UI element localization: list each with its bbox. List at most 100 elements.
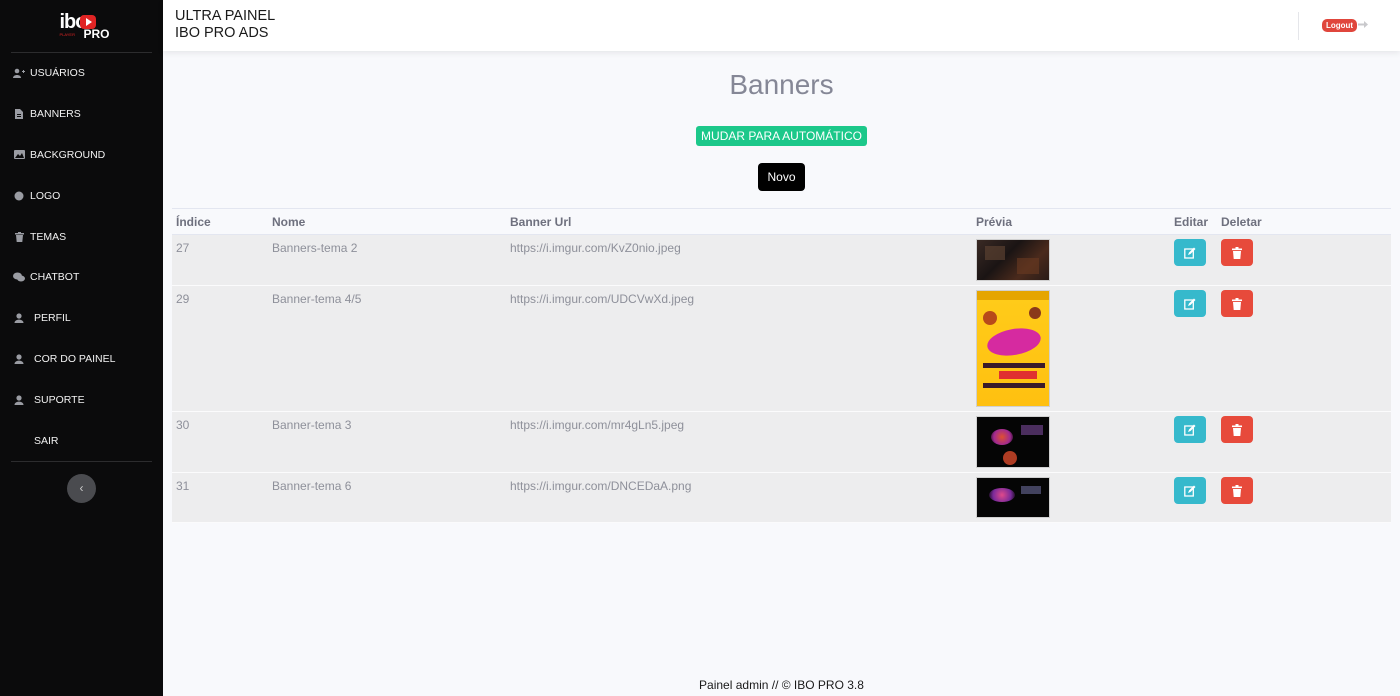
topbar-divider [1298, 12, 1299, 40]
cell-url: https://i.imgur.com/UDCVwXd.jpeg [510, 292, 695, 306]
edit-icon [1184, 424, 1196, 436]
edit-button[interactable] [1174, 416, 1206, 443]
sidebar-nav: USUÁRIOS BANNERS BACKGROUND LOGO TEMAS C… [0, 53, 163, 461]
edit-icon [1184, 485, 1196, 497]
table-row: 30 Banner-tema 3 https://i.imgur.com/mr4… [172, 411, 1391, 473]
cell-preview [972, 473, 1170, 523]
sidebar-item-banners[interactable]: BANNERS [0, 94, 163, 135]
header-index: Índice [176, 214, 211, 229]
sidebar-item-suporte[interactable]: SUPORTE [0, 379, 163, 420]
cell-name: Banner-tema 6 [272, 479, 352, 493]
sidebar-item-perfil[interactable]: PERFIL [0, 298, 163, 339]
table-row: 31 Banner-tema 6 https://i.imgur.com/DNC… [172, 472, 1391, 523]
sidebar-item-chatbot[interactable]: CHATBOT [0, 257, 163, 298]
image-icon [12, 150, 26, 160]
main-content: Banners MUDAR PARA AUTOMÁTICO Novo Índic… [163, 51, 1400, 696]
topbar: ULTRA PAINEL IBO PRO ADS Logout [163, 0, 1400, 51]
sidebar-item-label: USUÁRIOS [30, 67, 85, 80]
edit-button[interactable] [1174, 477, 1206, 504]
user-icon [12, 313, 26, 324]
table-header-row: Índice Nome Banner Url Prévia Editar Del… [172, 208, 1391, 235]
sidebar-item-label: CHATBOT [30, 271, 80, 284]
cell-actions [1170, 412, 1391, 473]
trash-icon [1232, 246, 1242, 259]
page-title: Banners [729, 69, 834, 100]
edit-button[interactable] [1174, 239, 1206, 266]
banner-preview-image[interactable] [976, 239, 1050, 281]
cell-preview [972, 412, 1170, 473]
header-delete: Deletar [1221, 214, 1262, 229]
sidebar-toggle-wrap: ‹ [0, 473, 163, 503]
trash-icon [12, 231, 26, 242]
banner-preview-image[interactable] [976, 416, 1050, 468]
cell-actions [1170, 473, 1391, 523]
footer-copyright: Painel admin // © IBO PRO 3.8 [699, 678, 864, 692]
user-icon [12, 395, 26, 405]
trash-icon [1232, 423, 1242, 436]
new-banner-button[interactable]: Novo [758, 163, 805, 191]
comments-icon [12, 272, 26, 282]
sidebar-item-sair[interactable]: SAIR [0, 420, 163, 461]
circle-icon [12, 191, 26, 201]
sidebar-item-background[interactable]: BACKGROUND [0, 135, 163, 176]
cell-preview [972, 286, 1170, 412]
sidebar-item-label: PERFIL [34, 312, 71, 325]
sidebar-item-label: LOGO [30, 189, 61, 202]
user-plus-icon [12, 68, 26, 79]
app-title: ULTRA PAINEL IBO PRO ADS [175, 8, 275, 42]
header-preview: Prévia [976, 214, 1013, 229]
edit-icon [1184, 298, 1196, 310]
file-icon [12, 109, 26, 120]
cell-name: Banner-tema 3 [272, 418, 352, 432]
switch-to-automatic-button[interactable]: MUDAR PARA AUTOMÁTICO [696, 126, 867, 146]
brand-sub: PRO [83, 27, 110, 41]
header-edit: Editar [1174, 214, 1209, 229]
banner-preview-image[interactable] [976, 290, 1050, 407]
table-row: 27 Banners-tema 2 https://i.imgur.com/Kv… [172, 234, 1391, 286]
cell-url: https://i.imgur.com/DNCEDaA.png [510, 479, 692, 493]
cell-preview [972, 235, 1170, 286]
delete-button[interactable] [1221, 416, 1253, 443]
sidebar-toggle-button[interactable]: ‹ [67, 473, 96, 503]
sign-out-icon [1358, 20, 1369, 32]
cell-index: 31 [176, 479, 190, 493]
cell-url: https://i.imgur.com/mr4gLn5.jpeg [510, 418, 685, 432]
sidebar-item-logo[interactable]: LOGO [0, 175, 163, 216]
app-title-line1: ULTRA PAINEL [175, 8, 276, 24]
delete-button[interactable] [1221, 477, 1253, 504]
cell-actions [1170, 286, 1391, 412]
cell-index: 30 [176, 418, 190, 432]
banners-table: Índice Nome Banner Url Prévia Editar Del… [172, 208, 1391, 523]
header-name: Nome [272, 214, 306, 229]
cell-name: Banner-tema 4/5 [272, 292, 362, 306]
trash-icon [1232, 484, 1242, 497]
edit-button[interactable] [1174, 290, 1206, 317]
header-banner-url: Banner Url [510, 214, 572, 229]
sidebar-divider [11, 460, 152, 462]
edit-icon [1184, 247, 1196, 259]
logout-button[interactable]: Logout [1322, 19, 1369, 32]
cell-actions [1170, 235, 1391, 286]
sidebar: ibo PRO PLAYER USUÁRIOS BANNERS BACKGROU… [0, 0, 163, 696]
sidebar-item-cor-do-painel[interactable]: COR DO PAINEL [0, 339, 163, 380]
chevron-left-icon: ‹ [79, 481, 84, 496]
sidebar-item-label: SUPORTE [34, 393, 85, 406]
delete-button[interactable] [1221, 239, 1253, 266]
logout-label: Logout [1322, 19, 1358, 32]
banner-preview-image[interactable] [976, 477, 1050, 518]
ibo-pro-logo: ibo PRO PLAYER [59, 11, 110, 41]
sidebar-item-label: BANNERS [30, 108, 81, 121]
table-row: 29 Banner-tema 4/5 https://i.imgur.com/U… [172, 285, 1391, 412]
sidebar-item-usuarios[interactable]: USUÁRIOS [0, 53, 163, 94]
cell-name: Banners-tema 2 [272, 241, 358, 255]
brand-logo[interactable]: ibo PRO PLAYER [0, 0, 163, 52]
brand-tagline: PLAYER [59, 32, 76, 37]
cell-url: https://i.imgur.com/KvZ0nio.jpeg [510, 241, 681, 255]
cell-index: 27 [176, 241, 190, 255]
sidebar-item-label: TEMAS [30, 230, 67, 243]
sidebar-item-label: SAIR [34, 434, 59, 447]
sidebar-item-temas[interactable]: TEMAS [0, 216, 163, 257]
trash-icon [1232, 297, 1242, 310]
delete-button[interactable] [1221, 290, 1253, 317]
user-icon [12, 354, 26, 364]
